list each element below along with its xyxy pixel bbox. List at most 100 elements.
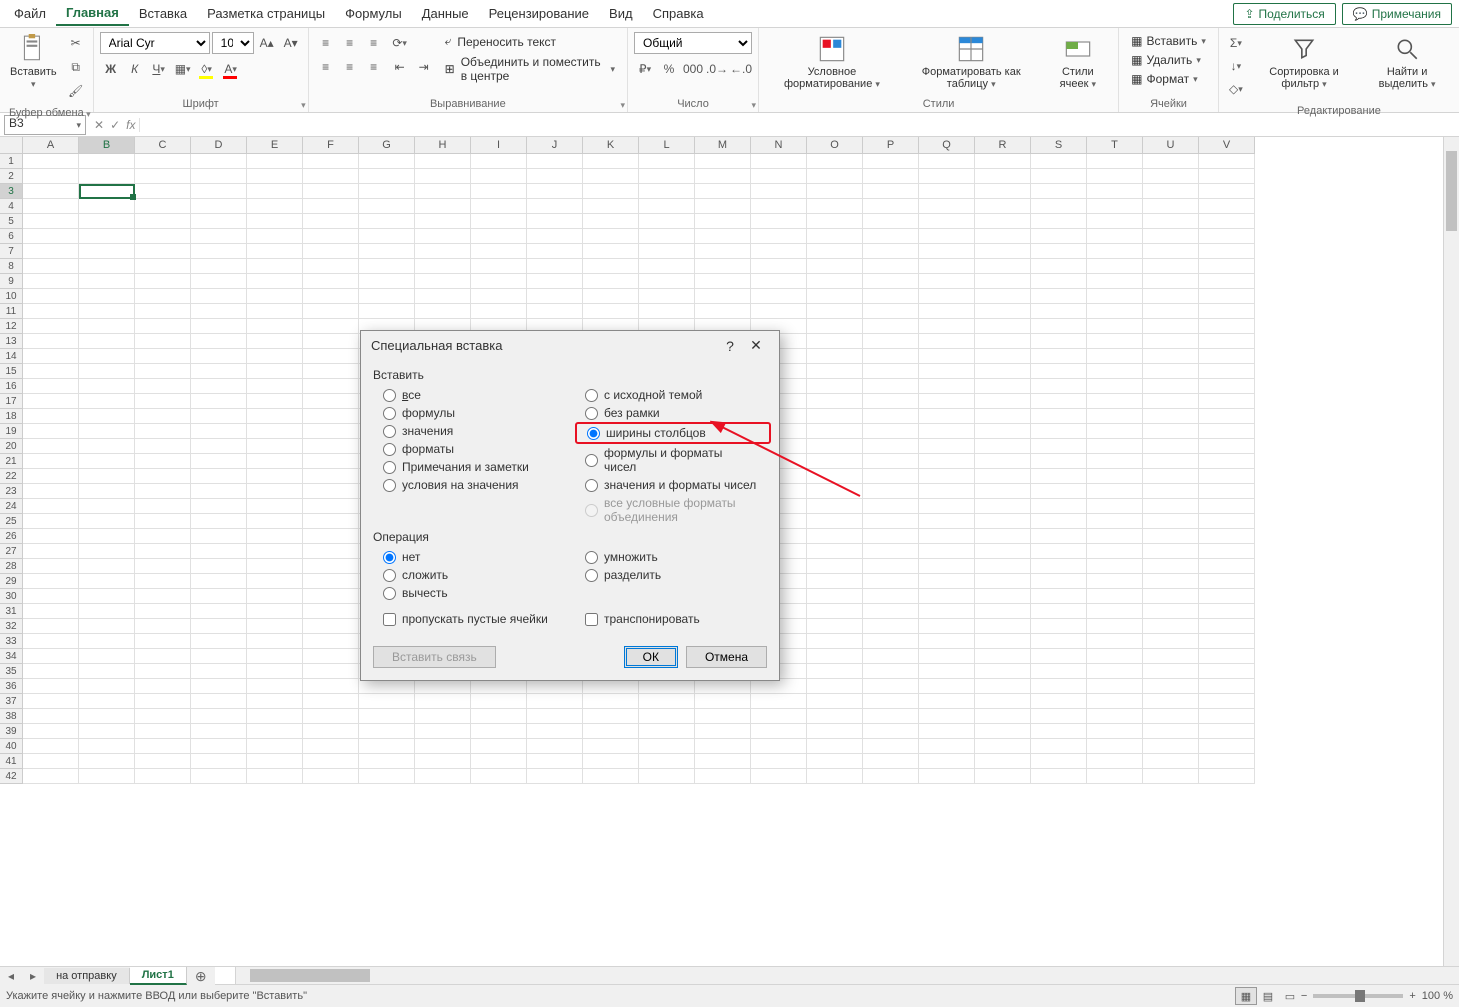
cell[interactable] <box>1199 499 1255 514</box>
percent-button[interactable]: % <box>658 58 680 80</box>
cell[interactable] <box>79 604 135 619</box>
cell[interactable] <box>23 469 79 484</box>
cell[interactable] <box>807 289 863 304</box>
cell[interactable] <box>135 229 191 244</box>
cell[interactable] <box>415 184 471 199</box>
menu-insert[interactable]: Вставка <box>129 2 197 25</box>
cell[interactable] <box>247 244 303 259</box>
cell[interactable] <box>79 529 135 544</box>
cell[interactable] <box>247 559 303 574</box>
cell[interactable] <box>975 319 1031 334</box>
cell[interactable] <box>1031 679 1087 694</box>
cell[interactable] <box>191 559 247 574</box>
row-header[interactable]: 12 <box>0 319 23 334</box>
cell[interactable] <box>583 184 639 199</box>
cell[interactable] <box>807 454 863 469</box>
radio-op-add[interactable]: сложить <box>373 566 565 584</box>
cell[interactable] <box>1031 769 1087 784</box>
cell[interactable] <box>1199 229 1255 244</box>
cell[interactable] <box>975 694 1031 709</box>
cell[interactable] <box>1031 649 1087 664</box>
cell[interactable] <box>303 214 359 229</box>
cell[interactable] <box>191 334 247 349</box>
cell[interactable] <box>1143 469 1199 484</box>
cell[interactable] <box>79 649 135 664</box>
cell[interactable] <box>191 709 247 724</box>
cell[interactable] <box>1087 214 1143 229</box>
cell[interactable] <box>975 604 1031 619</box>
cell[interactable] <box>1199 244 1255 259</box>
cell[interactable] <box>359 214 415 229</box>
cell[interactable] <box>303 334 359 349</box>
cell[interactable] <box>1031 304 1087 319</box>
cell[interactable] <box>79 169 135 184</box>
conditional-formatting-button[interactable]: Условное форматирование ▾ <box>765 32 899 92</box>
cell[interactable] <box>359 259 415 274</box>
cell[interactable] <box>471 199 527 214</box>
cell[interactable] <box>751 169 807 184</box>
cell[interactable] <box>23 304 79 319</box>
cell[interactable] <box>1199 199 1255 214</box>
cell[interactable] <box>415 214 471 229</box>
cell[interactable] <box>303 349 359 364</box>
cell[interactable] <box>919 334 975 349</box>
cell[interactable] <box>1199 454 1255 469</box>
cell[interactable] <box>303 724 359 739</box>
cell[interactable] <box>863 424 919 439</box>
cancel-formula-button[interactable]: ✕ <box>94 118 104 132</box>
cell[interactable] <box>807 199 863 214</box>
cell[interactable] <box>191 289 247 304</box>
cell[interactable] <box>247 679 303 694</box>
column-header[interactable]: L <box>639 137 695 154</box>
cell[interactable] <box>1087 604 1143 619</box>
dialog-close-button[interactable]: ✕ <box>743 337 769 354</box>
cell[interactable] <box>359 199 415 214</box>
cell[interactable] <box>303 394 359 409</box>
cell[interactable] <box>79 469 135 484</box>
cell[interactable] <box>303 589 359 604</box>
cell[interactable] <box>1199 514 1255 529</box>
cell[interactable] <box>919 169 975 184</box>
cell[interactable] <box>191 679 247 694</box>
cell[interactable] <box>247 334 303 349</box>
zoom-in-button[interactable]: + <box>1409 990 1415 1002</box>
cell[interactable] <box>135 274 191 289</box>
cell[interactable] <box>247 574 303 589</box>
cell[interactable] <box>975 259 1031 274</box>
cell[interactable] <box>247 709 303 724</box>
cell[interactable] <box>247 439 303 454</box>
radio-op-subtract[interactable]: вычесть <box>373 584 565 602</box>
radio-column-widths[interactable]: ширины столбцов <box>575 422 771 444</box>
cell[interactable] <box>1031 634 1087 649</box>
cell[interactable] <box>1087 739 1143 754</box>
menu-data[interactable]: Данные <box>412 2 479 25</box>
row-header[interactable]: 2 <box>0 169 23 184</box>
cell[interactable] <box>1087 274 1143 289</box>
radio-all[interactable]: ввсесе <box>373 386 565 404</box>
cell[interactable] <box>863 229 919 244</box>
cell[interactable] <box>975 484 1031 499</box>
cell[interactable] <box>79 304 135 319</box>
cell[interactable] <box>303 319 359 334</box>
cell[interactable] <box>1031 169 1087 184</box>
cell[interactable] <box>415 679 471 694</box>
row-header[interactable]: 32 <box>0 619 23 634</box>
cell[interactable] <box>1031 439 1087 454</box>
cell[interactable] <box>807 544 863 559</box>
cell[interactable] <box>863 409 919 424</box>
cell[interactable] <box>1143 769 1199 784</box>
cell[interactable] <box>247 604 303 619</box>
column-header[interactable]: F <box>303 137 359 154</box>
cell[interactable] <box>1087 409 1143 424</box>
cell[interactable] <box>23 244 79 259</box>
cell[interactable] <box>23 769 79 784</box>
cell[interactable] <box>191 469 247 484</box>
cell[interactable] <box>807 589 863 604</box>
cell[interactable] <box>1199 724 1255 739</box>
cell[interactable] <box>135 259 191 274</box>
cell[interactable] <box>79 769 135 784</box>
column-header[interactable]: V <box>1199 137 1255 154</box>
cell[interactable] <box>79 409 135 424</box>
cell[interactable] <box>639 769 695 784</box>
find-select-button[interactable]: Найти и выделить ▾ <box>1361 32 1453 92</box>
